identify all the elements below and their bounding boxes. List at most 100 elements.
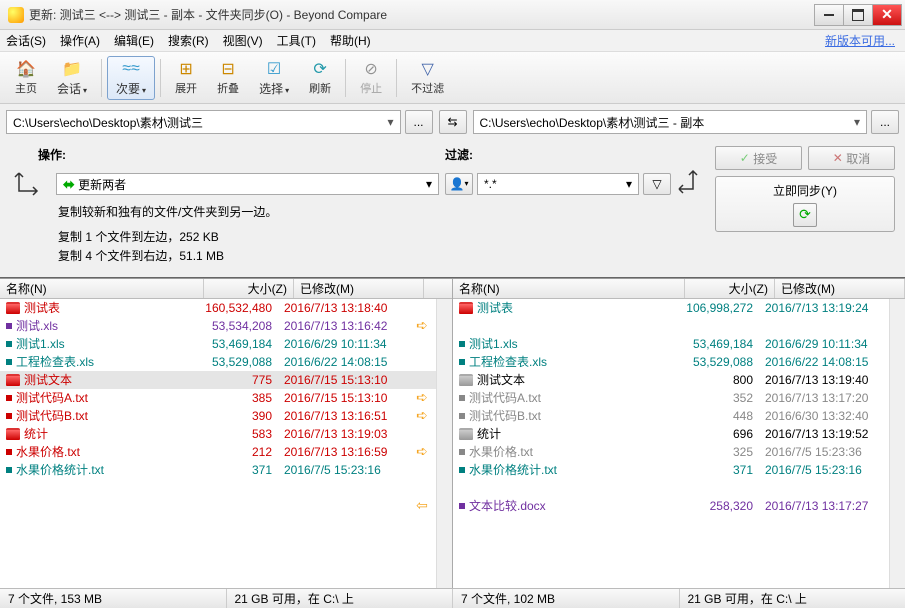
- file-row[interactable]: 测试1.xls 53,469,1842016/6/29 10:11:34: [453, 335, 889, 353]
- right-rows[interactable]: 测试表106,998,2722016/7/13 13:19:24 测试1.xls 5…: [453, 299, 889, 588]
- folder-icon: 📁: [62, 59, 82, 79]
- menu-edit[interactable]: 编辑(E): [114, 32, 154, 49]
- file-row[interactable]: 工程检查表.xls53,529,0882016/6/22 14:08:15: [453, 353, 889, 371]
- window-title: 更新: 测试三 <--> 测试三 - 副本 - 文件夹同步(O) - Beyon…: [29, 6, 815, 23]
- chevron-down-icon: ▾: [285, 86, 289, 95]
- col-size[interactable]: 大小(Z): [685, 279, 775, 298]
- menu-action[interactable]: 操作(A): [60, 32, 100, 49]
- status-right-disk: 21 GB 可用，在 C:\ 上: [680, 589, 905, 608]
- row-size: 53,469,184: [669, 337, 759, 351]
- row-modified: 2016/7/5 15:23:16: [278, 463, 408, 477]
- col-size[interactable]: 大小(Z): [204, 279, 294, 298]
- file-marker-icon: [459, 413, 465, 419]
- file-row[interactable]: 测试代码B.txt3902016/7/13 13:16:51➪: [0, 407, 436, 425]
- row-modified: 2016/7/13 13:17:20: [759, 391, 889, 405]
- menu-tools[interactable]: 工具(T): [277, 32, 316, 49]
- file-row[interactable]: 水果价格统计.txt3712016/7/5 15:23:16: [0, 461, 436, 479]
- expand-button[interactable]: ⊞展开: [166, 56, 206, 100]
- refresh-button[interactable]: ⟳刷新: [300, 56, 340, 100]
- col-modified[interactable]: 已修改(M): [775, 279, 905, 298]
- row-modified: 2016/7/5 15:23:16: [759, 463, 889, 477]
- secondary-button[interactable]: ≈≈次要▾: [107, 56, 155, 100]
- close-button[interactable]: ✕: [872, 4, 902, 26]
- scrollbar[interactable]: [436, 299, 452, 588]
- right-path-input[interactable]: C:\Users\echo\Desktop\素材\测试三 - 副本▾: [473, 110, 868, 134]
- row-modified: 2016/6/29 10:11:34: [759, 337, 889, 351]
- refresh-icon: ⟳: [310, 59, 330, 79]
- accept-button[interactable]: ✓ 接受: [715, 146, 802, 170]
- folder-icon: [459, 302, 473, 314]
- menu-search[interactable]: 搜索(R): [168, 32, 209, 49]
- left-path-input[interactable]: C:\Users\echo\Desktop\素材\测试三▾: [6, 110, 401, 134]
- file-marker-icon: [459, 395, 465, 401]
- maximize-button[interactable]: [843, 4, 873, 26]
- folder-row[interactable]: 统计6962016/7/13 13:19:52: [453, 425, 889, 443]
- row-name: 测试1.xls: [469, 335, 518, 352]
- folder-row[interactable]: 测试文本7752016/7/15 15:13:10: [0, 371, 436, 389]
- col-name[interactable]: 名称(N): [453, 279, 685, 298]
- swap-button[interactable]: ⇆: [439, 110, 467, 134]
- file-row[interactable]: 水果价格统计.txt3712016/7/5 15:23:16: [453, 461, 889, 479]
- file-row[interactable]: 测试.xls53,534,2082016/7/13 13:16:42➪: [0, 317, 436, 335]
- col-name[interactable]: 名称(N): [0, 279, 204, 298]
- collapse-button[interactable]: ⊟折叠: [208, 56, 248, 100]
- home-button[interactable]: 🏠主页: [6, 56, 46, 100]
- file-marker-icon: [6, 359, 12, 365]
- file-row[interactable]: 测试代码A.txt3522016/7/13 13:17:20: [453, 389, 889, 407]
- folder-icon: [6, 374, 20, 386]
- file-row[interactable]: 水果价格.txt2122016/7/13 13:16:59➪: [0, 443, 436, 461]
- filter-label: 过滤:: [445, 146, 705, 163]
- row-name: 统计: [477, 425, 501, 442]
- file-row[interactable]: 测试代码B.txt4482016/6/30 13:32:40: [453, 407, 889, 425]
- row-modified: 2016/6/22 14:08:15: [278, 355, 408, 369]
- row-size: 53,469,184: [188, 337, 278, 351]
- left-rows[interactable]: 测试表160,532,4802016/7/13 13:18:40测试.xls53…: [0, 299, 436, 588]
- status-left-files: 7 个文件, 153 MB: [0, 589, 227, 608]
- file-row[interactable]: 工程检查表.xls53,529,0882016/6/22 14:08:15: [0, 353, 436, 371]
- session-button[interactable]: 📁会话▾: [48, 56, 96, 100]
- menu-help[interactable]: 帮助(H): [330, 32, 371, 49]
- titlebar: 更新: 测试三 <--> 测试三 - 副本 - 文件夹同步(O) - Beyon…: [0, 0, 905, 30]
- file-row[interactable]: 测试1.xls53,469,1842016/6/29 10:11:34: [0, 335, 436, 353]
- toolbar: 🏠主页 📁会话▾ ≈≈次要▾ ⊞展开 ⊟折叠 ☑选择▾ ⟳刷新 ⊘停止 ▽不过滤: [0, 52, 905, 104]
- row-modified: 2016/6/30 13:32:40: [759, 409, 889, 423]
- menu-view[interactable]: 视图(V): [223, 32, 263, 49]
- nofilter-button[interactable]: ▽不过滤: [402, 56, 453, 100]
- row-size: 106,998,272: [669, 301, 759, 315]
- minimize-button[interactable]: [814, 4, 844, 26]
- folder-row[interactable]: 测试表106,998,2722016/7/13 13:19:24: [453, 299, 889, 317]
- blank-row: [453, 317, 889, 335]
- arrow-right-icon: ➪: [416, 317, 428, 334]
- folder-row[interactable]: 测试表160,532,4802016/7/13 13:18:40: [0, 299, 436, 317]
- cancel-button[interactable]: ✕ 取消: [808, 146, 895, 170]
- funnel-icon: ▽: [418, 59, 438, 79]
- file-row[interactable]: 测试代码A.txt3852016/7/15 15:13:10➪: [0, 389, 436, 407]
- file-row[interactable]: 文本比较.docx258,3202016/7/13 13:17:27: [453, 497, 889, 515]
- file-row[interactable]: 水果价格.txt3252016/7/5 15:23:36: [453, 443, 889, 461]
- pathbar: C:\Users\echo\Desktop\素材\测试三▾ ... ⇆ C:\U…: [0, 104, 905, 140]
- menu-session[interactable]: 会话(S): [6, 32, 46, 49]
- right-browse-button[interactable]: ...: [871, 110, 899, 134]
- filter-toggle-button[interactable]: ▽: [643, 173, 671, 195]
- row-size: 800: [669, 373, 759, 387]
- scrollbar[interactable]: [889, 299, 905, 588]
- action-select[interactable]: ⬌ 更新两者 ▾: [56, 173, 439, 195]
- sync-now-button[interactable]: 立即同步(Y) ⟳: [715, 176, 895, 232]
- filter-preset-button[interactable]: 👤▾: [445, 173, 473, 195]
- left-browse-button[interactable]: ...: [405, 110, 433, 134]
- status-right-files: 7 个文件, 102 MB: [453, 589, 680, 608]
- filter-input[interactable]: *.*▾: [477, 173, 639, 195]
- home-icon: 🏠: [16, 59, 36, 79]
- col-modified[interactable]: 已修改(M): [294, 279, 424, 298]
- folder-row[interactable]: 测试文本8002016/7/13 13:19:40: [453, 371, 889, 389]
- row-name: 水果价格.txt: [469, 443, 533, 460]
- new-version-link[interactable]: 新版本可用...: [825, 32, 895, 49]
- app-icon: [8, 7, 24, 23]
- folder-row[interactable]: 统计5832016/7/13 13:19:03: [0, 425, 436, 443]
- row-size: 696: [669, 427, 759, 441]
- row-name: 测试.xls: [16, 317, 58, 334]
- row-size: 160,532,480: [188, 301, 278, 315]
- blank-row: [453, 479, 889, 497]
- person-icon: 👤: [450, 177, 465, 191]
- select-button[interactable]: ☑选择▾: [250, 56, 298, 100]
